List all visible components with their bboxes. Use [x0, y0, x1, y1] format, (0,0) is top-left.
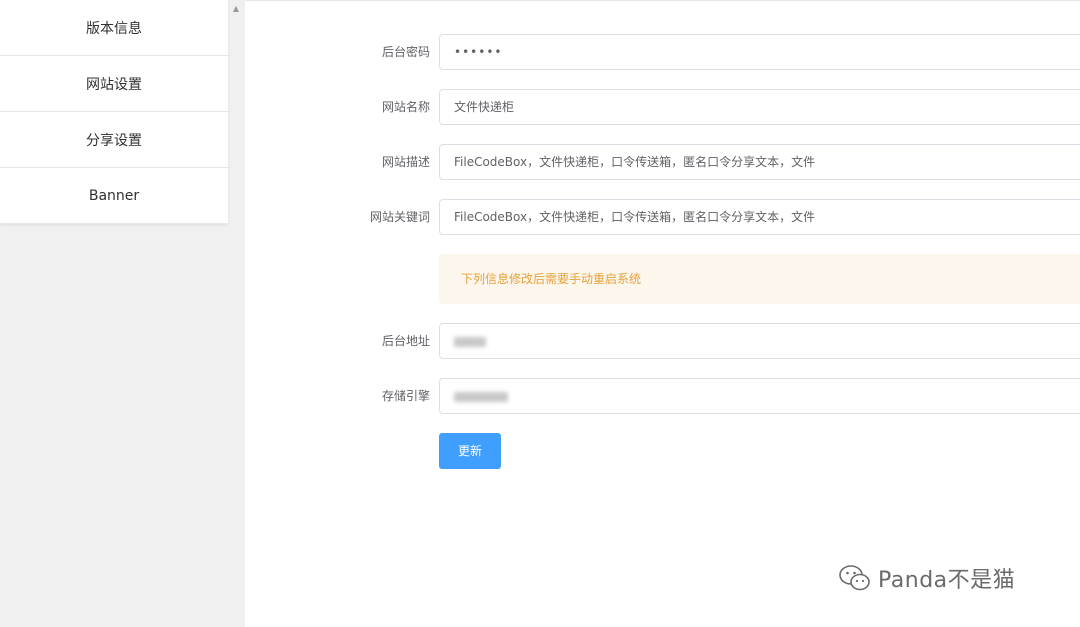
admin-password-row: 后台密码 ••••••: [245, 34, 1080, 70]
site-description-label: 网站描述: [381, 155, 430, 169]
sidebar: 版本信息 网站设置 分享设置 Banner ▲: [0, 0, 245, 627]
storage-engine-row: 存储引擎: [245, 378, 1080, 414]
redacted-value: [454, 336, 486, 347]
sidebar-menu: 版本信息 网站设置 分享设置 Banner: [0, 0, 228, 224]
storage-engine-label: 存储引擎: [381, 389, 430, 403]
site-keywords-label: 网站关键词: [369, 210, 430, 224]
sidebar-item-label: 版本信息: [86, 20, 142, 37]
redacted-value: [454, 391, 508, 402]
wechat-icon: [839, 565, 870, 591]
admin-password-label: 后台密码: [381, 45, 430, 59]
sidebar-item-version-info[interactable]: 版本信息: [0, 0, 228, 56]
settings-form: 后台密码 •••••• 网站名称 文件快递柜 网站描述 FileCodeBox，…: [245, 0, 1080, 627]
scroll-up-arrow-icon[interactable]: ▲: [231, 4, 241, 14]
sidebar-item-site-settings[interactable]: 网站设置: [0, 56, 228, 112]
admin-address-label: 后台地址: [381, 334, 430, 348]
site-description-input[interactable]: FileCodeBox，文件快递柜，口令传送箱，匿名口令分享文本，文件: [439, 144, 1080, 180]
sidebar-item-label: 网站设置: [86, 76, 142, 93]
admin-address-input[interactable]: [439, 323, 1080, 359]
watermark-text: Panda不是猫: [878, 568, 1016, 593]
sidebar-item-label: 分享设置: [86, 132, 142, 149]
site-description-row: 网站描述 FileCodeBox，文件快递柜，口令传送箱，匿名口令分享文本，文件: [245, 144, 1080, 180]
restart-notice-alert: 下列信息修改后需要手动重启系统: [439, 254, 1080, 304]
site-keywords-input[interactable]: FileCodeBox，文件快递柜，口令传送箱，匿名口令分享文本，文件: [439, 199, 1080, 235]
sidebar-item-label: Banner: [88, 187, 140, 204]
site-name-label: 网站名称: [381, 100, 430, 114]
site-name-row: 网站名称 文件快递柜: [245, 89, 1080, 125]
site-keywords-row: 网站关键词 FileCodeBox，文件快递柜，口令传送箱，匿名口令分享文本，文…: [245, 199, 1080, 235]
watermark: Panda不是猫: [838, 562, 1015, 594]
storage-engine-input[interactable]: [439, 378, 1080, 414]
site-name-input[interactable]: 文件快递柜: [439, 89, 1080, 125]
admin-address-row: 后台地址: [245, 323, 1080, 359]
update-button[interactable]: 更新: [439, 433, 501, 469]
admin-password-input[interactable]: ••••••: [439, 34, 1080, 70]
sidebar-item-share-settings[interactable]: 分享设置: [0, 112, 228, 168]
sidebar-item-banner[interactable]: Banner: [0, 168, 228, 224]
